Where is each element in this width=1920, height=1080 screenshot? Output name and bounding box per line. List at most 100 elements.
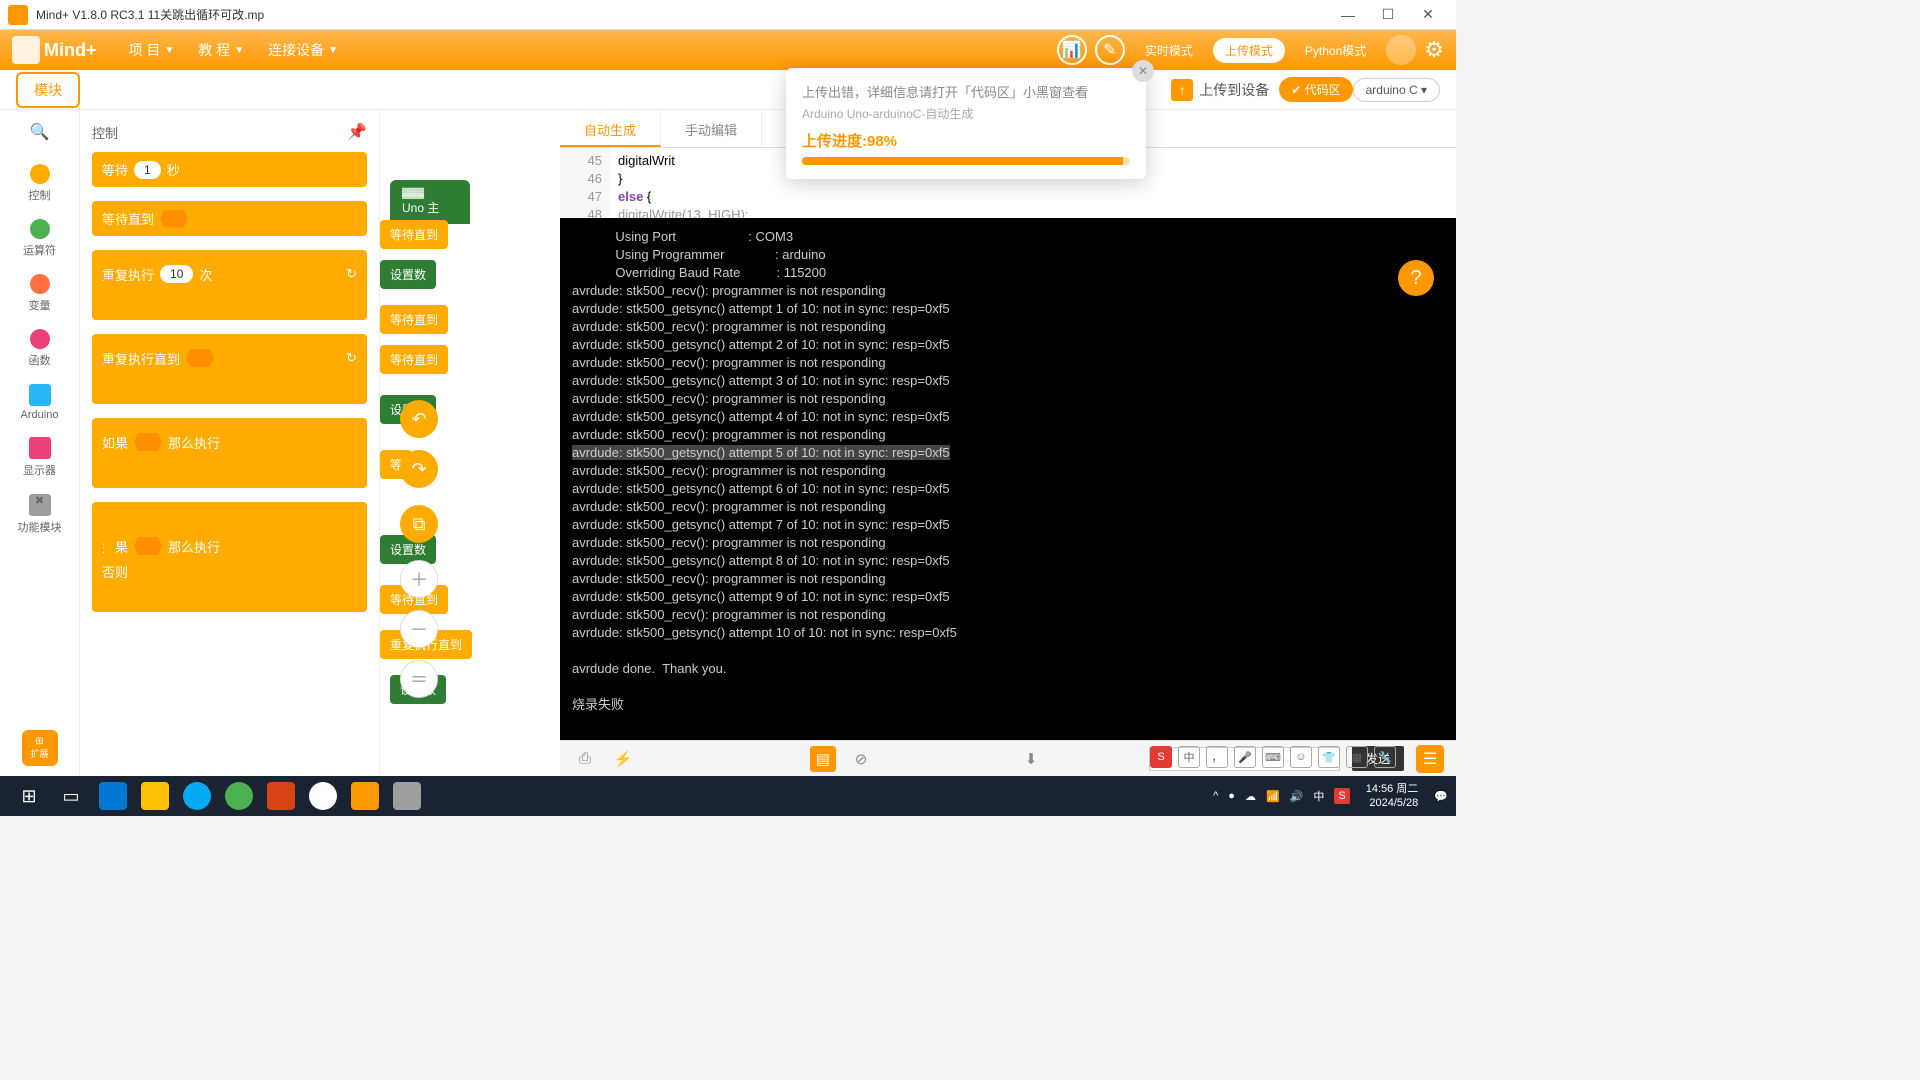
logo-icon [12,36,40,64]
category-arduino[interactable]: Arduino [5,376,75,429]
block-wait-until[interactable]: 等待直到 [92,201,367,236]
category-sidebar: 🔍 控制 运算符 变量 函数 Arduino 显示器 ✖功能模块 ⊞扩展 [0,110,80,776]
tray-icon[interactable]: ☁ [1245,790,1256,803]
system-tray: ^ ● ☁ 📶 🔊 中 S 14:56 周二 2024/5/28 💬 [1213,782,1448,810]
undo-button[interactable]: ↶ [400,400,438,438]
user-icon[interactable] [1386,35,1416,65]
palette-heading: 控制 📌 [92,122,367,142]
category-function-module[interactable]: ✖功能模块 [5,486,75,543]
settings-icon[interactable]: ⚙ [1424,37,1444,63]
close-button[interactable]: ✕ [1408,0,1448,30]
popup-progress-label: 上传进度:98% [802,130,1130,151]
console-output[interactable]: Using Port : COM3 Using Programmer : ard… [560,218,1456,740]
tray-volume-icon[interactable]: 🔊 [1290,790,1304,803]
chevron-down-icon: ▼ [164,45,174,56]
progress-bar [802,157,1130,165]
category-operators[interactable]: 运算符 [5,211,75,266]
notifications-icon[interactable]: 💬 [1434,790,1448,803]
taskbar-clock[interactable]: 14:56 周二 2024/5/28 [1360,782,1425,810]
category-functions[interactable]: 函数 [5,321,75,376]
chevron-down-icon: ▼ [328,45,338,56]
code-area: 自动生成 手动编辑 45464748 digitalWrit } else { … [560,110,1456,776]
toolbar: 模块 ↑ 上传到设备 ✔ 代码区 arduino C ▾ [0,70,1456,110]
console-menu-icon[interactable]: ☰ [1416,745,1444,773]
taskbar-app[interactable] [176,776,218,816]
taskbar-app[interactable] [218,776,260,816]
edit-icon-button[interactable]: ✎ [1095,35,1125,65]
taskbar-app[interactable] [302,776,344,816]
zoom-in-button[interactable]: ＋ [400,560,438,598]
window-title: Mind+ V1.8.0 RC3.1 11关跳出循环可改.mp [36,6,1328,23]
clear-icon[interactable]: ⊘ [848,746,874,772]
tray-ime[interactable]: 中 [1313,788,1324,804]
line-gutter: 45464748 [560,148,610,218]
category-variables[interactable]: 变量 [5,266,75,321]
zoom-out-button[interactable]: － [400,610,438,648]
chart-icon-button[interactable]: 📊 [1057,35,1087,65]
task-view-icon[interactable]: ▭ [50,776,92,816]
windows-taskbar: ⊞ ▭ ^ ● ☁ 📶 🔊 中 S 14:56 周二 2024/5/28 💬 [0,776,1456,816]
canvas-block[interactable]: 等待直到 [380,220,448,249]
upload-arrow-icon: ↑ [1171,79,1193,101]
taskbar-app[interactable] [134,776,176,816]
block-if-then[interactable]: 如果 那么执行 [92,418,367,488]
ime-mic-icon: 🎤 [1234,746,1256,768]
menu-project[interactable]: 项 目▼ [117,40,187,60]
popup-error-text: 上传出错，详细信息请打开「代码区」小黑窗查看 [802,82,1130,101]
mode-realtime[interactable]: 实时模式 [1133,38,1205,63]
tray-wifi-icon[interactable]: 📶 [1266,790,1280,803]
minimize-button[interactable]: — [1328,0,1368,30]
floating-ime-bar[interactable]: S 中 ， 🎤 ⌨ ☺ 👕 ▦ 🔧 [1150,746,1396,768]
canvas-main-block[interactable]: ▓▓▓Uno 主 [390,180,470,224]
category-display[interactable]: 显示器 [5,429,75,486]
menubar: Mind+ 项 目▼ 教 程▼ 连接设备▼ 📊 ✎ 实时模式 上传模式 Pyth… [0,30,1456,70]
canvas-block[interactable]: 等待直到 [380,345,448,374]
block-wait[interactable]: 等待 1 秒 [92,152,367,187]
download-icon[interactable]: ⬇ [1018,746,1044,772]
popup-close-icon[interactable]: ✕ [1132,60,1154,82]
upload-to-device-button[interactable]: ↑ 上传到设备 [1161,79,1279,101]
block-canvas[interactable]: ▓▓▓Uno 主 等待直到 设置数 等待直到 等待直到 设置数 等 设置数 等待… [380,110,560,776]
taskbar-app[interactable] [260,776,302,816]
ime-punct: ， [1206,746,1228,768]
code-lines: digitalWrit } else { digitalWrite(13, HI… [610,148,757,218]
module-button[interactable]: 模块 [16,72,80,108]
reset-zoom-button[interactable]: ＝ [400,660,438,698]
logo-text: Mind+ [44,40,97,61]
block-repeat-until[interactable]: 重复执行直到 ↻ [92,334,367,404]
tray-icon[interactable]: ● [1228,790,1235,802]
mode-python[interactable]: Python模式 [1293,38,1378,63]
taskbar-app-active[interactable] [344,776,386,816]
block-if-else[interactable]: 如果 那么执行 否则 [92,502,367,612]
taskbar-app[interactable] [386,776,428,816]
start-button[interactable]: ⊞ [8,776,50,816]
canvas-block[interactable]: 设置数 [380,260,436,289]
app-icon [8,5,28,25]
scroll-lock-icon[interactable]: ▤ [810,746,836,772]
tray-chevron-icon[interactable]: ^ [1213,790,1218,802]
tab-auto-generate[interactable]: 自动生成 [560,110,661,147]
language-select[interactable]: arduino C ▾ [1353,78,1440,102]
crop-button[interactable]: ⧉ [400,505,438,543]
usb-icon[interactable]: ⎙ [572,746,598,772]
redo-button[interactable]: ↷ [400,450,438,488]
block-repeat[interactable]: 重复执行 10 次 ↻ [92,250,367,320]
search-icon[interactable]: 🔍 [26,118,54,146]
disconnect-icon[interactable]: ⚡ [610,746,636,772]
category-control[interactable]: 控制 [5,156,75,211]
taskbar-app[interactable] [92,776,134,816]
extension-button[interactable]: ⊞扩展 [22,730,58,766]
tray-sogou-icon[interactable]: S [1334,788,1349,804]
ime-grid-icon: ▦ [1346,746,1368,768]
main-layout: 🔍 控制 运算符 变量 函数 Arduino 显示器 ✖功能模块 ⊞扩展 控制 … [0,110,1456,776]
maximize-button[interactable]: ☐ [1368,0,1408,30]
help-button[interactable]: ? [1398,260,1434,296]
code-area-button[interactable]: ✔ 代码区 [1279,77,1352,102]
menu-tutorial[interactable]: 教 程▼ [186,40,256,60]
menu-connect-device[interactable]: 连接设备▼ [256,40,350,60]
popup-subtitle: Arduino Uno-arduinoC-自动生成 [802,105,1130,122]
canvas-block[interactable]: 等待直到 [380,305,448,334]
pin-icon[interactable]: 📌 [347,122,367,142]
tab-manual-edit[interactable]: 手动编辑 [661,110,762,147]
mode-upload[interactable]: 上传模式 [1213,38,1285,63]
